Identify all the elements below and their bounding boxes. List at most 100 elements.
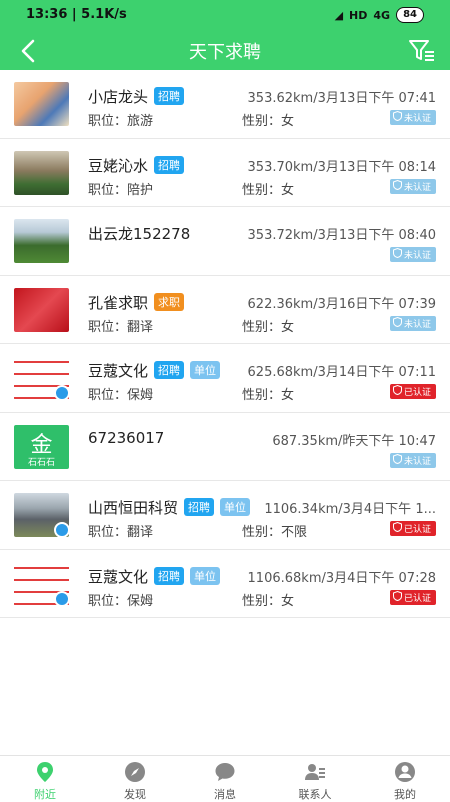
tab-contacts[interactable]: 联系人 [270, 756, 360, 801]
verify-status-badge: 已认证 [389, 589, 436, 605]
verify-label: 未认证 [403, 456, 431, 467]
shield-icon [392, 248, 402, 258]
status-icons: ◢ HD 4G 84 [335, 7, 424, 23]
shield-icon [392, 179, 402, 190]
verify-label: 未认证 [403, 182, 431, 193]
job-position: 职位：旅游 [88, 114, 154, 129]
job-position: 职位：翻译 [88, 525, 154, 540]
item-name: 山西恒田科贸 [88, 499, 179, 517]
job-position: 职位：保姆 [88, 388, 154, 403]
shield-icon [392, 453, 402, 464]
gender-text: 性别：女 [242, 182, 295, 198]
verified-badge-icon [54, 590, 69, 606]
list-item[interactable]: 豆蔻文化 招聘 单位 625.68km/3月14日下午 07:11 职位：保姆 性别：女 已… [0, 344, 450, 413]
gender-text: 性别：女 [242, 114, 295, 129]
item-title: 山西恒田科贸 招聘 单位 [88, 497, 251, 518]
item-name: 豆蔻文化 [88, 362, 149, 380]
avatar [14, 287, 69, 332]
battery-icon: 84 [396, 7, 424, 23]
verify-label: 未认证 [403, 114, 431, 124]
app-header: 天下求聘 [0, 30, 450, 70]
avatar: 金石石石 [14, 424, 69, 469]
gender-text: 性别：不限 [242, 525, 308, 540]
verify-status-badge: 未认证 [389, 178, 436, 194]
location-pin-icon [34, 761, 56, 783]
tag-badge: 求职 [154, 292, 185, 311]
shield-icon [392, 590, 402, 601]
gender-text: 性别：女 [242, 593, 295, 609]
list-item[interactable]: 孔雀求职 求职 622.36km/3月16日下午 07:39 职位：翻译 性别：女 未认证 [0, 276, 450, 344]
shield-icon [392, 385, 402, 395]
distance-time: 353.70km/3月13日下午 08:14 [247, 159, 436, 175]
item-name: 豆姥沁水 [88, 156, 149, 175]
verify-label: 已认证 [403, 525, 431, 535]
gender-text: 性别：女 [242, 319, 295, 335]
tag-badge: 招聘 [154, 361, 185, 379]
avatar [14, 356, 69, 400]
shield-icon [392, 316, 402, 327]
distance-time: 625.68km/3月14日下午 07:11 [247, 365, 436, 380]
network-icon: 4G [373, 8, 391, 22]
list-item[interactable]: 豆蔻文化 招聘 单位 1106.68km/3月4日下午 07:28 职位：保姆 性别：女 已… [0, 550, 450, 618]
item-name: 小店龙头 [88, 88, 149, 106]
tag-badge: 单位 [220, 498, 251, 516]
list-item[interactable]: 出云龙152278 353.72km/3月13日下午 08:40 未认证 [0, 207, 450, 276]
distance-time: 1106.34km/3月4日下午 1... [264, 502, 436, 517]
message-bubble-icon [214, 761, 236, 783]
bottom-tab-bar: 附近 发现 消息 联系人 我的 [0, 755, 450, 801]
compass-icon [124, 761, 146, 783]
avatar [14, 150, 69, 195]
job-position: 职位：保姆 [88, 593, 154, 609]
status-time: 13:36 | 5.1K/s [26, 7, 127, 22]
distance-time: 1106.68km/3月4日下午 07:28 [247, 570, 436, 586]
verified-badge-icon [54, 385, 69, 400]
tab-profile[interactable]: 我的 [360, 756, 450, 801]
list-item[interactable]: 小店龙头 招聘 353.62km/3月13日下午 07:41 职位：旅游 性别：女 未认证 [0, 70, 450, 139]
list-item[interactable]: 金石石石 67236017 687.35km/昨天下午 10:47 未认证 [0, 413, 450, 481]
item-name: 出云龙152278 [88, 225, 191, 243]
verify-status-badge: 已认证 [389, 384, 436, 399]
status-bar: 13:36 | 5.1K/s ◢ HD 4G 84 [0, 0, 450, 30]
item-name: 豆蔻文化 [88, 567, 149, 586]
verify-label: 已认证 [403, 593, 431, 604]
distance-time: 353.62km/3月13日下午 07:41 [247, 91, 436, 106]
job-position: 职位：翻译 [88, 319, 154, 335]
verify-status-badge: 未认证 [389, 110, 436, 125]
tab-compass[interactable]: 发现 [90, 756, 180, 801]
recruit-list: 小店龙头 招聘 353.62km/3月13日下午 07:41 职位：旅游 性别：女 未认证… [0, 70, 450, 618]
avatar [14, 219, 69, 263]
item-title: 小店龙头 招聘 [88, 86, 185, 107]
tag-badge: 招聘 [184, 498, 215, 516]
profile-icon [394, 761, 416, 783]
shield-icon [392, 522, 402, 532]
verify-label: 未认证 [403, 251, 431, 261]
signal-icon: ◢ [334, 8, 344, 22]
tab-message-bubble[interactable]: 消息 [180, 756, 270, 801]
job-position: 职位：陪护 [88, 182, 154, 198]
item-title: 豆蔻文化 招聘 单位 [88, 566, 221, 587]
item-title: 67236017 [88, 429, 164, 447]
gender-text: 性别：女 [242, 388, 295, 403]
hd-icon: HD [349, 8, 368, 22]
distance-time: 687.35km/昨天下午 10:47 [272, 433, 436, 449]
distance-time: 622.36km/3月16日下午 07:39 [247, 296, 436, 312]
tag-badge: 招聘 [154, 87, 185, 105]
verify-status-badge: 未认证 [389, 315, 436, 331]
verify-label: 未认证 [403, 319, 431, 330]
avatar [14, 561, 69, 606]
tab-location-pin[interactable]: 附近 [0, 756, 90, 801]
list-item[interactable]: 山西恒田科贸 招聘 单位 1106.34km/3月4日下午 1... 职位：翻译 性别：不… [0, 481, 450, 550]
item-name: 孔雀求职 [88, 293, 149, 312]
logo-subtext: 石石石 [27, 457, 55, 468]
verify-status-badge: 未认证 [389, 247, 436, 262]
list-item[interactable]: 豆姥沁水 招聘 353.70km/3月13日下午 08:14 职位：陪护 性别：女 未认证 [0, 139, 450, 207]
filter-icon[interactable] [408, 38, 436, 64]
shield-icon [392, 111, 402, 121]
item-title: 出云龙152278 [88, 223, 190, 244]
item-name: 67236017 [88, 428, 165, 447]
verify-status-badge: 未认证 [389, 452, 436, 468]
item-title: 豆蔻文化 招聘 单位 [88, 360, 221, 381]
item-title: 孔雀求职 求职 [88, 292, 185, 313]
page-title: 天下求聘 [189, 42, 261, 63]
tag-badge: 招聘 [154, 566, 185, 585]
